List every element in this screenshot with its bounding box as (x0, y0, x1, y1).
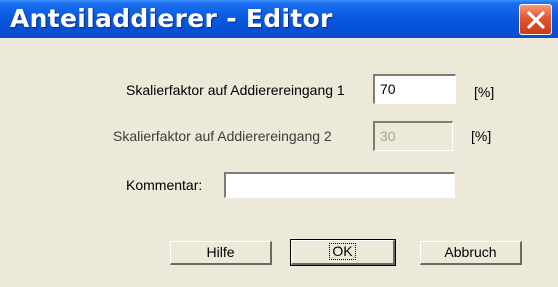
editor-dialog: Anteiladdierer - Editor Skalierfaktor au… (0, 0, 558, 287)
window-title: Anteiladdierer - Editor (10, 4, 333, 33)
comment-label: Kommentar: (126, 177, 203, 193)
scale2-input: 30 (373, 121, 453, 151)
scale2-label: Skalierfaktor auf Addierereingang 2 (113, 128, 332, 144)
title-bar[interactable]: Anteiladdierer - Editor (0, 0, 558, 38)
scale1-input[interactable]: 70 (373, 74, 456, 104)
cancel-button[interactable]: Abbruch (420, 241, 522, 265)
comment-input[interactable] (224, 172, 455, 198)
ok-button[interactable]: OK (290, 239, 396, 266)
scale2-unit: [%] (471, 128, 492, 144)
ok-button-label: OK (329, 243, 356, 260)
close-icon (527, 11, 545, 29)
dialog-body: Skalierfaktor auf Addierereingang 1 70 [… (0, 38, 558, 287)
scale1-label: Skalierfaktor auf Addierereingang 1 (126, 82, 345, 98)
help-button[interactable]: Hilfe (170, 241, 272, 265)
scale1-unit: [%] (474, 84, 495, 100)
close-button[interactable] (519, 4, 552, 35)
